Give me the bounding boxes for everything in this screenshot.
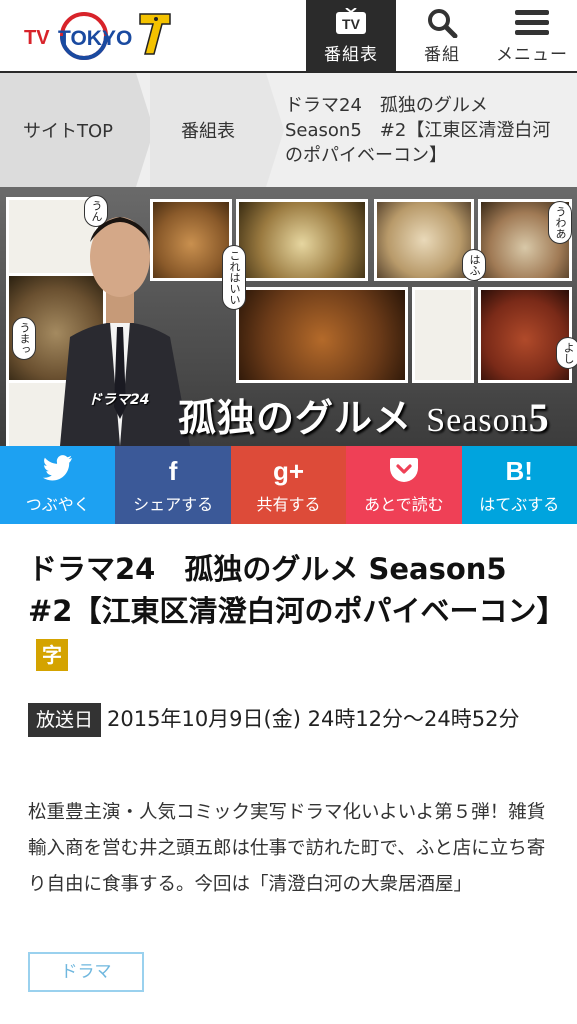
nav-label: メニュー (496, 45, 568, 65)
breadcrumb-label: サイトTOP (22, 121, 114, 142)
nav-label: 番組表 (324, 45, 378, 65)
tv-tokyo-logo[interactable]: TV TOKYO (22, 8, 182, 64)
airing-label: 放送日 (28, 703, 102, 737)
search-icon (428, 9, 458, 38)
share-label: はてぶする (479, 495, 560, 514)
manga-panel (412, 287, 474, 383)
hatena-bookmark-icon: B! (505, 456, 533, 486)
hero-season-number: 5 (528, 395, 550, 440)
svg-text:TV: TV (24, 27, 50, 49)
nav-program-search[interactable]: 番組 (397, 0, 487, 71)
share-facebook-button[interactable]: f シェアする (115, 446, 231, 524)
share-pocket-button[interactable]: あとで読む (346, 446, 462, 524)
food-photo (236, 287, 408, 383)
speech-bubble: うわあ (548, 201, 572, 244)
hero-season: Season5 (426, 395, 549, 440)
program-title-text: ドラマ24 孤独のグルメ Season5 #2【江東区清澄白河のポパイベーコン】 (28, 552, 566, 628)
share-twitter-button[interactable]: つぶやく (0, 446, 116, 524)
food-photo (478, 287, 572, 383)
airing-date: 2015年10月9日(金) 24時12分～24時52分 (107, 707, 520, 731)
speech-bubble: これはいい (222, 245, 246, 310)
google-plus-icon: g+ (272, 456, 305, 486)
program-description: 松重豊主演・人気コミック実写ドラマ化いよいよ第５弾！雑貨輸入商を営む井之頭五郎は… (28, 802, 546, 895)
subtitles-badge: 字 (36, 639, 68, 671)
program-title: ドラマ24 孤独のグルメ Season5 #2【江東区清澄白河のポパイベーコン】… (28, 548, 565, 674)
svg-text:TOKYO: TOKYO (58, 27, 132, 50)
pocket-icon (389, 455, 419, 487)
share-label: つぶやく (25, 495, 90, 514)
genre-tag-button[interactable]: ドラマ (28, 952, 144, 992)
program-hero-image: うん うまっ これはいい はふ うわあ よし ドラマ24 孤独のグルメ Seas… (0, 187, 577, 446)
share-label: 共有する (256, 495, 321, 514)
speech-bubble: はふ (462, 249, 486, 281)
breadcrumb-separator (266, 73, 284, 187)
speech-bubble: うまっ (12, 317, 36, 360)
site-header: TV TOKYO TV 番組表 番組 メニュー (0, 0, 577, 73)
hero-drama-label: ドラマ24 (88, 392, 150, 408)
airing-info: 放送日 2015年10月9日(金) 24時12分～24時52分 (28, 703, 558, 737)
hero-title: 孤独のグルメ Season5 (178, 387, 550, 442)
food-photo (236, 199, 368, 281)
share-label: あとで読む (364, 495, 444, 514)
breadcrumb-site-top[interactable]: サイトTOP (0, 73, 136, 187)
share-label: シェアする (133, 495, 214, 514)
breadcrumb-current: ドラマ24 孤独のグルメ Season5 #2【江東区清澄白河のポパイベーコン】 (285, 94, 551, 166)
hero-title-text: 孤独のグルメ (178, 395, 413, 440)
share-googleplus-button[interactable]: g+ 共有する (230, 446, 347, 524)
breadcrumb-schedule[interactable]: 番組表 (150, 73, 266, 187)
speech-bubble: よし (556, 337, 577, 369)
twitter-bird-icon (42, 455, 73, 487)
facebook-f-icon: f (168, 456, 178, 486)
breadcrumb: サイトTOP 番組表 ドラマ24 孤独のグルメ Season5 #2【江東区清澄… (0, 73, 577, 187)
tv-icon: TV (336, 8, 366, 34)
hero-season-word: Season (426, 402, 529, 439)
food-photo (374, 199, 474, 281)
svg-text:TV: TV (342, 16, 361, 32)
share-bar: つぶやく f シェアする g+ 共有する あとで読む B! はてぶする (0, 446, 577, 524)
share-hatena-button[interactable]: B! はてぶする (461, 446, 577, 524)
nav-label: 番組 (424, 45, 460, 65)
nav-menu[interactable]: メニュー (487, 0, 577, 71)
breadcrumb-label: 番組表 (181, 121, 235, 142)
nav-tv-schedule[interactable]: TV 番組表 (306, 0, 396, 71)
hamburger-menu-icon (515, 10, 549, 35)
